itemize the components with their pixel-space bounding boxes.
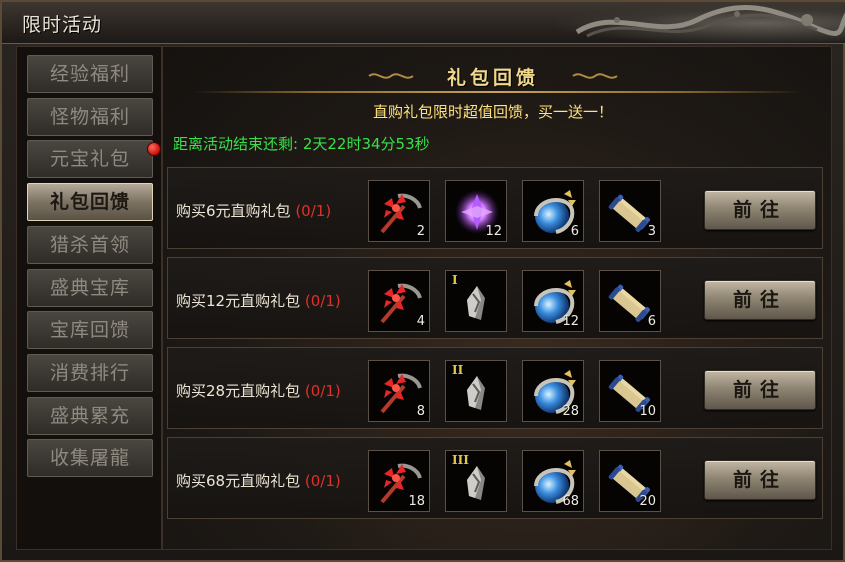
go-button[interactable]: 前往 (704, 370, 816, 410)
sidebar-tab-label: 怪物福利 (49, 105, 130, 128)
main-panel: 礼包回馈 直购礼包限时超值回馈，买一送一！ 距离活动结束还剩: 2天22时34分… (162, 46, 832, 550)
sidebar-tab-1[interactable]: 经验福利 (27, 55, 153, 93)
sidebar-tab-label: 盛典累充 (49, 404, 130, 427)
go-button[interactable]: 前往 (704, 280, 816, 320)
go-button[interactable]: 前往 (704, 460, 816, 500)
reward-slot[interactable]: 4 (368, 270, 430, 332)
sidebar-tab-label: 盛典宝库 (49, 276, 130, 299)
tier-badge: I (452, 273, 458, 287)
sidebar-tab-label: 经验福利 (49, 63, 130, 85)
sidebar-tab-label: 收集屠龍 (49, 447, 130, 470)
title-bar: 限时活动 (2, 2, 845, 44)
header-divider (193, 91, 803, 93)
reward-slot[interactable]: 12 (522, 270, 584, 332)
item-quantity: 28 (562, 404, 579, 419)
reward-slot[interactable]: 18 (368, 450, 430, 512)
tier-badge: II (452, 363, 464, 377)
item-quantity: 12 (485, 224, 502, 239)
purchase-progress: (0/1) (304, 472, 341, 490)
sidebar-tab-label: 元宝礼包 (49, 148, 130, 171)
activity-sidebar: 经验福利怪物福利元宝礼包礼包回馈猎杀首领盛典宝库宝库回馈消费排行盛典累充收集屠龍 (16, 46, 162, 550)
sidebar-tab-8[interactable]: 消费排行 (27, 353, 153, 392)
reward-slot[interactable]: 8 (368, 360, 430, 422)
reward-slot[interactable]: I (445, 270, 507, 332)
notification-dot-icon (147, 142, 161, 157)
countdown-timer: 距离活动结束还剩: 2天22时34分53秒 (173, 135, 430, 153)
sidebar-tab-3[interactable]: 元宝礼包 (27, 140, 153, 179)
package-label: 购买68元直购礼包 (0/1) (176, 470, 341, 491)
reward-slot[interactable]: 28 (522, 360, 584, 422)
package-row: 购买68元直购礼包 (0/1) 18 III 68 20 前往 (167, 437, 823, 519)
package-row: 购买12元直购礼包 (0/1) 4 I 12 6 前往 (167, 257, 823, 339)
sidebar-tab-5[interactable]: 猎杀首领 (27, 225, 153, 264)
item-quantity: 68 (562, 494, 579, 509)
package-name: 购买68元直购礼包 (176, 472, 301, 490)
sidebar-tab-label: 猎杀首领 (49, 233, 130, 256)
package-label: 购买28元直购礼包 (0/1) (176, 380, 341, 401)
sidebar-tab-label: 消费排行 (49, 361, 130, 384)
reward-slot[interactable]: 68 (522, 450, 584, 512)
item-quantity: 3 (647, 224, 656, 239)
reward-slot[interactable]: 3 (599, 180, 661, 242)
reward-slot[interactable]: 6 (522, 180, 584, 242)
go-button[interactable]: 前往 (704, 190, 816, 230)
package-row: 购买28元直购礼包 (0/1) 8 II 28 10 前往 (167, 347, 823, 429)
reward-slot[interactable]: 10 (599, 360, 661, 422)
purchase-progress: (0/1) (304, 292, 341, 310)
reward-slot[interactable]: II (445, 360, 507, 422)
window-title: 限时活动 (22, 14, 103, 36)
purchase-progress: (0/1) (304, 382, 341, 400)
item-quantity: 6 (647, 314, 656, 329)
sidebar-tab-6[interactable]: 盛典宝库 (27, 268, 153, 307)
package-name: 购买6元直购礼包 (176, 202, 291, 220)
sidebar-tab-9[interactable]: 盛典累充 (27, 396, 153, 435)
item-quantity: 12 (562, 314, 579, 329)
reward-slot[interactable]: III (445, 450, 507, 512)
purchase-progress: (0/1) (295, 202, 332, 220)
item-quantity: 10 (639, 404, 656, 419)
reward-slot[interactable]: 2 (368, 180, 430, 242)
sidebar-tab-4[interactable]: 礼包回馈 (27, 183, 153, 222)
item-quantity: 18 (408, 494, 425, 509)
package-label: 购买6元直购礼包 (0/1) (176, 200, 331, 221)
reward-slot[interactable]: 20 (599, 450, 661, 512)
package-label: 购买12元直购礼包 (0/1) (176, 290, 341, 311)
item-quantity: 8 (416, 404, 425, 419)
sidebar-tab-label: 宝库回馈 (49, 319, 130, 342)
item-quantity: 20 (639, 494, 656, 509)
ornament-left-icon (368, 73, 414, 79)
sidebar-tab-7[interactable]: 宝库回馈 (27, 311, 153, 350)
dragon-ornament-icon (557, 2, 845, 44)
sidebar-tab-label: 礼包回馈 (49, 191, 130, 214)
sidebar-tab-2[interactable]: 怪物福利 (27, 97, 153, 136)
panel-header: 礼包回馈 (363, 63, 623, 91)
tier-badge: III (452, 453, 469, 467)
sidebar-tab-10[interactable]: 收集屠龍 (27, 439, 153, 478)
activity-window: 限时活动 经验福利 怪物福利 元宝礼包 礼包回馈 猎杀首领 盛典宝库 宝库回馈 消费排行 盛典累… (0, 0, 845, 562)
item-quantity: 6 (570, 224, 579, 239)
package-name: 购买12元直购礼包 (176, 292, 301, 310)
package-name: 购买28元直购礼包 (176, 382, 301, 400)
reward-slot[interactable]: 12 (445, 180, 507, 242)
ornament-right-icon (572, 73, 618, 79)
reward-slot[interactable]: 6 (599, 270, 661, 332)
item-quantity: 4 (416, 314, 425, 329)
promo-text: 直购礼包限时超值回馈，买一送一！ (372, 103, 613, 121)
panel-title: 礼包回馈 (446, 67, 539, 89)
item-quantity: 2 (416, 224, 425, 239)
package-row: 购买6元直购礼包 (0/1) 2 12 6 3 前往 (167, 167, 823, 249)
